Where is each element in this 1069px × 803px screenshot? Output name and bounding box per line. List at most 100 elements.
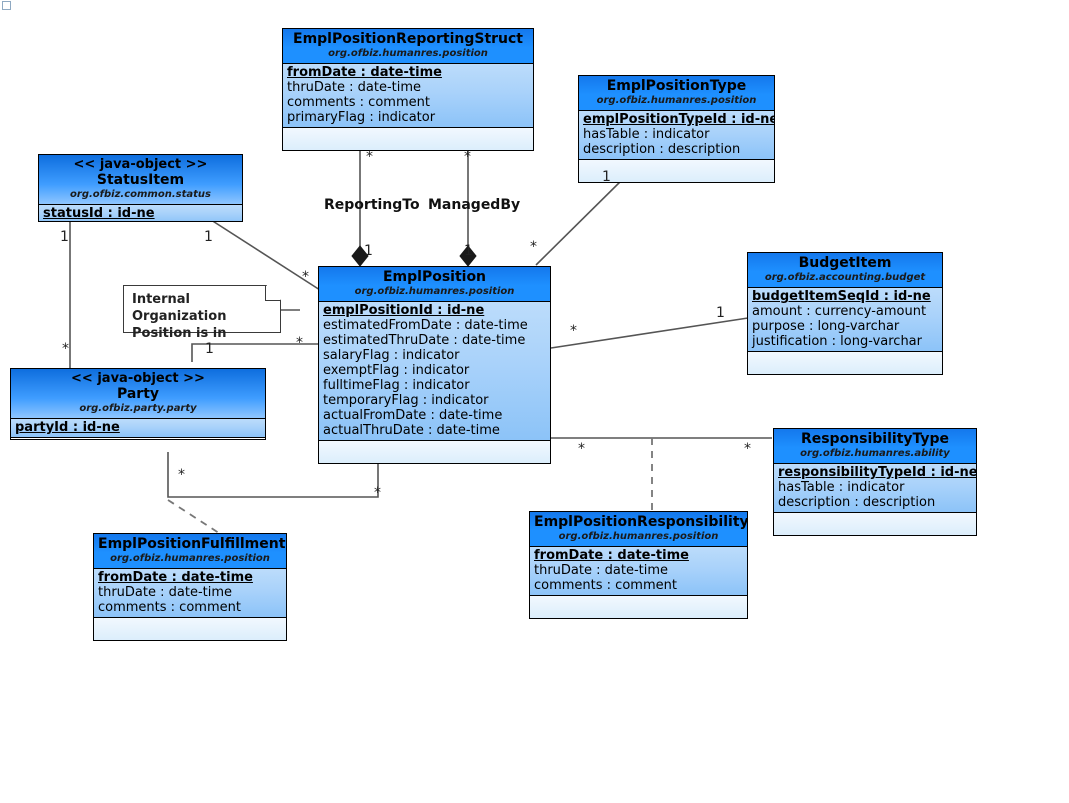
class-attribute: fromDate : date-time: [98, 570, 253, 585]
class-name: EmplPositionResponsibility: [534, 514, 748, 530]
multiplicity-reportingto-target: 1: [364, 243, 373, 259]
class-attribute: fromDate : date-time: [287, 65, 442, 80]
note-internal-organization[interactable]: Internal Organization Position is in: [123, 285, 281, 341]
multiplicity-responsibility-left-star: *: [578, 441, 585, 457]
class-package: org.ofbiz.humanres.ability: [800, 448, 950, 459]
note-fold-icon: [265, 285, 281, 301]
class-attribute: statusId : id-ne: [43, 206, 155, 221]
class-header: BudgetItem org.ofbiz.accounting.budget: [748, 253, 942, 288]
class-box-emplpositionreportingstruct[interactable]: EmplPositionReportingStruct org.ofbiz.hu…: [282, 28, 534, 151]
class-attribute: comments : comment: [98, 600, 241, 615]
class-attributes: fromDate : date-time thruDate : date-tim…: [530, 547, 747, 596]
class-attributes: fromDate : date-time thruDate : date-tim…: [94, 569, 286, 618]
class-header: EmplPositionReportingStruct org.ofbiz.hu…: [283, 29, 533, 64]
class-attributes: statusId : id-ne: [39, 205, 242, 221]
class-attribute: description : description: [778, 495, 936, 510]
class-attribute: budgetItemSeqId : id-ne: [752, 289, 931, 304]
class-operations: [319, 441, 550, 463]
class-operations: [283, 128, 533, 150]
class-operations: [94, 618, 286, 640]
class-box-emplpositionfulfillment[interactable]: EmplPositionFulfillment org.ofbiz.humanr…: [93, 533, 287, 641]
class-attribute: primaryFlag : indicator: [287, 110, 436, 125]
class-attribute: estimatedThruDate : date-time: [323, 333, 526, 348]
class-attribute: hasTable : indicator: [583, 127, 710, 142]
multiplicity-internalorg-one: 1: [205, 341, 214, 357]
class-attribute: exemptFlag : indicator: [323, 363, 470, 378]
class-header: EmplPositionType org.ofbiz.humanres.posi…: [579, 76, 774, 111]
class-attributes: responsibilityTypeId : id-ne hasTable : …: [774, 464, 976, 513]
class-attribute: salaryFlag : indicator: [323, 348, 460, 363]
association-role-managedby: ManagedBy: [428, 197, 521, 213]
multiplicity-statusitem-emplposition-star: *: [302, 269, 309, 285]
class-header: << java-object >> StatusItem org.ofbiz.c…: [39, 155, 242, 205]
class-operations: [774, 513, 976, 535]
class-attributes: emplPositionId : id-ne estimatedFromDate…: [319, 302, 550, 441]
class-attribute: amount : currency-amount: [752, 304, 927, 319]
edge-assoc-fulfillment: [167, 499, 223, 536]
class-package: org.ofbiz.humanres.position: [110, 553, 270, 564]
class-name: ResponsibilityType: [800, 431, 950, 447]
class-attributes: partyId : id-ne: [11, 419, 265, 438]
class-attributes: fromDate : date-time thruDate : date-tim…: [283, 64, 533, 128]
class-attribute: thruDate : date-time: [534, 563, 669, 578]
multiplicity-budgetitem-star: *: [570, 323, 577, 339]
class-package: org.ofbiz.humanres.position: [354, 286, 515, 297]
class-attribute: thruDate : date-time: [287, 80, 422, 95]
class-package: org.ofbiz.accounting.budget: [764, 272, 926, 283]
class-attribute: description : description: [583, 142, 741, 157]
multiplicity-statusitem-party-one: 1: [60, 229, 69, 245]
edge-positiontype: [535, 175, 627, 266]
class-box-emplposition[interactable]: EmplPosition org.ofbiz.humanres.position…: [318, 266, 551, 464]
class-stereotype: << java-object >>: [71, 371, 205, 386]
class-box-responsibilitytype[interactable]: ResponsibilityType org.ofbiz.humanres.ab…: [773, 428, 977, 536]
class-stereotype: << java-object >>: [73, 157, 208, 172]
multiplicity-positiontype-one: 1: [602, 169, 611, 185]
class-attribute: comments : comment: [534, 578, 677, 593]
multiplicity-budgetitem-one: 1: [716, 305, 725, 321]
class-attribute: actualFromDate : date-time: [323, 408, 503, 423]
class-name: Party: [116, 386, 160, 402]
canvas-corner-marker: [2, 1, 11, 10]
multiplicity-managedby-target: 1: [464, 243, 473, 259]
class-package: org.ofbiz.party.party: [79, 403, 197, 414]
class-name: StatusItem: [96, 172, 185, 188]
class-operations: [748, 352, 942, 374]
association-role-reportingto: ReportingTo: [324, 197, 420, 213]
class-operations: [530, 596, 747, 618]
class-box-budgetitem[interactable]: BudgetItem org.ofbiz.accounting.budget b…: [747, 252, 943, 375]
multiplicity-party-star: *: [62, 341, 69, 357]
class-header: EmplPositionResponsibility org.ofbiz.hum…: [530, 512, 747, 547]
class-box-party[interactable]: << java-object >> Party org.ofbiz.party.…: [10, 368, 266, 440]
class-attribute: actualThruDate : date-time: [323, 423, 500, 438]
class-attribute: emplPositionId : id-ne: [323, 303, 485, 318]
class-header: EmplPositionFulfillment org.ofbiz.humanr…: [94, 534, 286, 569]
multiplicity-reportingto-source: *: [366, 149, 373, 165]
class-package: org.ofbiz.humanres.position: [558, 531, 719, 542]
class-box-emplpositiontype[interactable]: EmplPositionType org.ofbiz.humanres.posi…: [578, 75, 775, 183]
class-attribute: fulltimeFlag : indicator: [323, 378, 470, 393]
class-attribute: emplPositionTypeId : id-ne: [583, 112, 775, 127]
class-package: org.ofbiz.common.status: [70, 189, 211, 200]
class-attribute: comments : comment: [287, 95, 430, 110]
class-attribute: thruDate : date-time: [98, 585, 233, 600]
multiplicity-positiontype-star: *: [530, 239, 537, 255]
class-header: ResponsibilityType org.ofbiz.humanres.ab…: [774, 429, 976, 464]
class-header: << java-object >> Party org.ofbiz.party.…: [11, 369, 265, 419]
class-attribute: estimatedFromDate : date-time: [323, 318, 528, 333]
multiplicity-internalorg-star: *: [296, 335, 303, 351]
class-box-statusitem[interactable]: << java-object >> StatusItem org.ofbiz.c…: [38, 154, 243, 222]
class-name: EmplPosition: [382, 269, 487, 285]
multiplicity-fulfillment-right-star: *: [374, 485, 381, 501]
class-attribute: justification : long-varchar: [752, 334, 922, 349]
class-name: BudgetItem: [798, 255, 892, 271]
class-attributes: emplPositionTypeId : id-ne hasTable : in…: [579, 111, 774, 160]
class-package: org.ofbiz.humanres.position: [328, 48, 488, 59]
class-name: EmplPositionType: [606, 78, 747, 94]
note-text: Internal Organization Position is in: [132, 292, 227, 341]
edge-budgetitem: [550, 317, 749, 349]
class-box-emplpositionresponsibility[interactable]: EmplPositionResponsibility org.ofbiz.hum…: [529, 511, 748, 619]
multiplicity-statusitem-emplposition-one: 1: [204, 229, 213, 245]
multiplicity-responsibility-right-star: *: [744, 441, 751, 457]
class-package: org.ofbiz.humanres.position: [596, 95, 757, 106]
multiplicity-fulfillment-left-star: *: [178, 467, 185, 483]
